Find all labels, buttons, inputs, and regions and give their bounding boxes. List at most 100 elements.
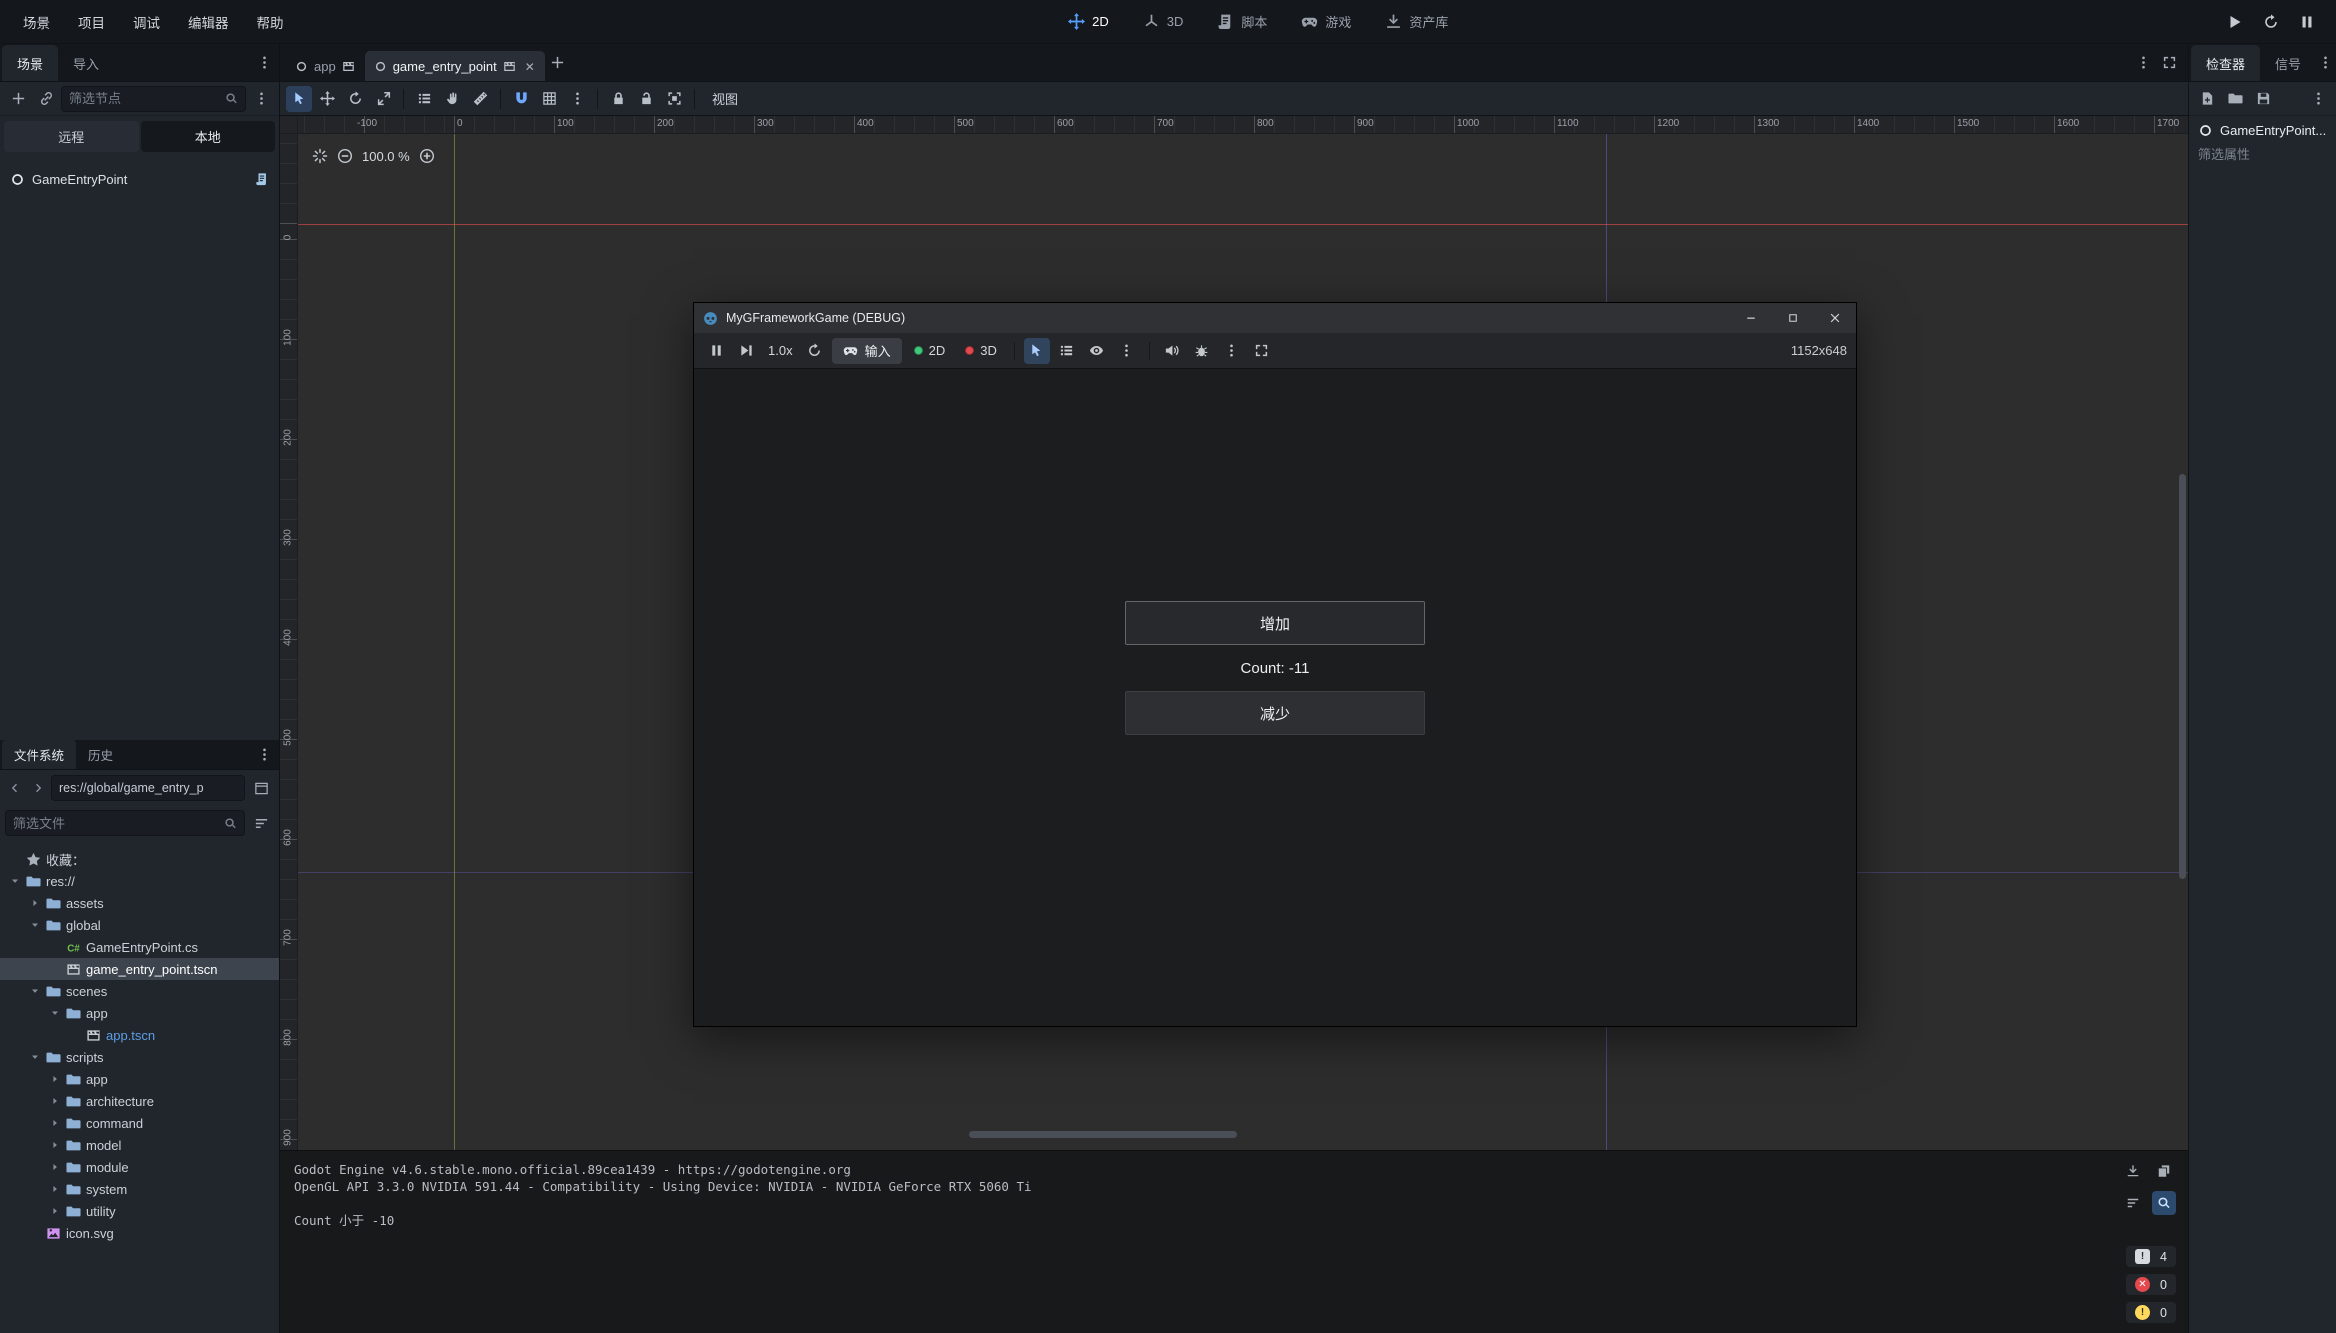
expand-arrow-icon[interactable] bbox=[48, 1074, 61, 1084]
camera-override-3d-button[interactable]: 3D bbox=[957, 338, 1005, 364]
file-sort-button[interactable] bbox=[248, 810, 274, 836]
instance-scene-button[interactable] bbox=[33, 86, 59, 112]
zoom-level-label[interactable]: 100.0 % bbox=[362, 149, 410, 164]
load-resource-button[interactable] bbox=[2222, 86, 2248, 112]
collapse-arrow-icon[interactable] bbox=[28, 986, 41, 996]
attached-script-icon[interactable] bbox=[255, 172, 269, 186]
nav-forward-button[interactable] bbox=[28, 776, 48, 800]
file-row[interactable]: module bbox=[0, 1156, 279, 1178]
new-resource-button[interactable] bbox=[2194, 86, 2220, 112]
file-row[interactable]: assets bbox=[0, 892, 279, 914]
copy-log-button[interactable] bbox=[2152, 1159, 2176, 1183]
collapse-arrow-icon[interactable] bbox=[28, 920, 41, 930]
scene-tree-options-button[interactable] bbox=[248, 86, 274, 112]
camera-options-button[interactable] bbox=[1114, 338, 1140, 364]
menu-item-编辑器[interactable]: 编辑器 bbox=[175, 7, 242, 37]
file-row[interactable]: game_entry_point.tscn bbox=[0, 958, 279, 980]
collapse-arrow-icon[interactable] bbox=[8, 876, 21, 886]
select-mode-button[interactable] bbox=[1024, 338, 1050, 364]
decrease-button[interactable]: 减少 bbox=[1125, 691, 1425, 735]
warning-count-badge[interactable]: !0 bbox=[2126, 1302, 2176, 1323]
file-row[interactable]: utility bbox=[0, 1200, 279, 1222]
mode-button-资产库[interactable]: 资产库 bbox=[1372, 7, 1461, 36]
mute-audio-button[interactable] bbox=[1159, 338, 1185, 364]
file-row[interactable]: scripts bbox=[0, 1046, 279, 1068]
toggle-split-mode-button[interactable] bbox=[248, 775, 274, 801]
pan-tool[interactable] bbox=[439, 86, 465, 112]
dock-tab-文件系统[interactable]: 文件系统 bbox=[2, 739, 76, 769]
game-speed-label[interactable]: 1.0x bbox=[763, 343, 798, 358]
move-tool[interactable] bbox=[314, 86, 340, 112]
increase-button[interactable]: 增加 bbox=[1125, 601, 1425, 645]
zoom-out-icon[interactable] bbox=[337, 148, 353, 164]
save-resource-button[interactable] bbox=[2250, 86, 2276, 112]
dock-tab-场景[interactable]: 场景 bbox=[2, 45, 58, 81]
more-options-button[interactable] bbox=[1219, 338, 1245, 364]
menu-item-帮助[interactable]: 帮助 bbox=[244, 7, 297, 37]
message-count-badge[interactable]: !4 bbox=[2126, 1246, 2176, 1267]
group-object-button[interactable] bbox=[661, 86, 687, 112]
filter-properties-input[interactable] bbox=[2198, 147, 2327, 162]
distraction-free-button[interactable] bbox=[2156, 50, 2182, 76]
smart-snap-toggle[interactable] bbox=[508, 86, 534, 112]
snap-options-button[interactable] bbox=[564, 86, 590, 112]
dock-tab-信号[interactable]: 信号 bbox=[2260, 45, 2316, 81]
remote-button[interactable]: 远程 bbox=[4, 121, 139, 152]
file-row[interactable]: GameEntryPoint.cs bbox=[0, 936, 279, 958]
minimize-button[interactable] bbox=[1730, 303, 1772, 333]
view-menu-button[interactable]: 视图 bbox=[702, 84, 748, 113]
add-scene-tab-button[interactable] bbox=[545, 50, 571, 76]
file-row[interactable]: command bbox=[0, 1112, 279, 1134]
file-row[interactable]: system bbox=[0, 1178, 279, 1200]
embed-fullscreen-button[interactable] bbox=[1249, 338, 1275, 364]
input-mode-button[interactable]: 输入 bbox=[832, 338, 902, 364]
collapse-arrow-icon[interactable] bbox=[28, 1052, 41, 1062]
scene-dock-menu-button[interactable] bbox=[251, 50, 277, 76]
unlock-object-button[interactable] bbox=[633, 86, 659, 112]
mode-button-脚本[interactable]: 脚本 bbox=[1204, 7, 1280, 36]
filter-nodes-input[interactable] bbox=[69, 91, 219, 106]
vertical-scrollbar[interactable] bbox=[2179, 474, 2186, 879]
file-row[interactable]: app.tscn bbox=[0, 1024, 279, 1046]
grid-snap-toggle[interactable] bbox=[536, 86, 562, 112]
dock-tab-历史[interactable]: 历史 bbox=[76, 739, 125, 769]
lock-object-button[interactable] bbox=[605, 86, 631, 112]
dock-tab-检查器[interactable]: 检查器 bbox=[2191, 45, 2260, 81]
inspector-dock-menu-button[interactable] bbox=[2316, 50, 2334, 76]
add-node-button[interactable] bbox=[5, 86, 31, 112]
mode-button-3D[interactable]: 3D bbox=[1130, 7, 1197, 36]
restart-button[interactable] bbox=[2256, 8, 2286, 36]
select-tool[interactable] bbox=[286, 86, 312, 112]
search-log-button[interactable] bbox=[2152, 1191, 2176, 1215]
menu-item-项目[interactable]: 项目 bbox=[65, 7, 118, 37]
file-row[interactable]: architecture bbox=[0, 1090, 279, 1112]
selection-list-button[interactable] bbox=[1054, 338, 1080, 364]
filesystem-menu-button[interactable] bbox=[251, 742, 277, 768]
scene-tab-list-button[interactable] bbox=[2130, 50, 2156, 76]
expand-arrow-icon[interactable] bbox=[48, 1206, 61, 1216]
dock-tab-导入[interactable]: 导入 bbox=[58, 45, 114, 81]
file-row[interactable]: app bbox=[0, 1002, 279, 1024]
next-frame-button[interactable] bbox=[733, 338, 759, 364]
nav-back-button[interactable] bbox=[5, 776, 25, 800]
inspected-object-row[interactable]: GameEntryPoint... bbox=[2189, 116, 2336, 145]
file-row[interactable]: icon.svg bbox=[0, 1222, 279, 1244]
collapse-arrow-icon[interactable] bbox=[48, 1008, 61, 1018]
expand-arrow-icon[interactable] bbox=[48, 1162, 61, 1172]
horizontal-ruler[interactable]: -100010020030040050060070080090010001100… bbox=[298, 116, 2188, 134]
rotate-tool[interactable] bbox=[342, 86, 368, 112]
save-log-button[interactable] bbox=[2121, 1159, 2145, 1183]
expand-arrow-icon[interactable] bbox=[48, 1118, 61, 1128]
scene-tab-app[interactable]: app bbox=[286, 51, 365, 81]
close-button[interactable] bbox=[1814, 303, 1856, 333]
error-count-badge[interactable]: ✕0 bbox=[2126, 1274, 2176, 1295]
game-window-titlebar[interactable]: MyGFrameworkGame (DEBUG) bbox=[694, 303, 1856, 333]
scene-tree-node[interactable]: GameEntryPoint bbox=[0, 165, 279, 193]
pause-game-button[interactable] bbox=[703, 338, 729, 364]
vertical-ruler[interactable]: 0100200300400500600700800900 bbox=[280, 134, 298, 1150]
expand-arrow-icon[interactable] bbox=[48, 1184, 61, 1194]
current-path-input[interactable] bbox=[59, 781, 237, 795]
run-button[interactable] bbox=[2220, 8, 2250, 36]
toggle-visibility-button[interactable] bbox=[1084, 338, 1110, 364]
local-button[interactable]: 本地 bbox=[141, 121, 276, 152]
